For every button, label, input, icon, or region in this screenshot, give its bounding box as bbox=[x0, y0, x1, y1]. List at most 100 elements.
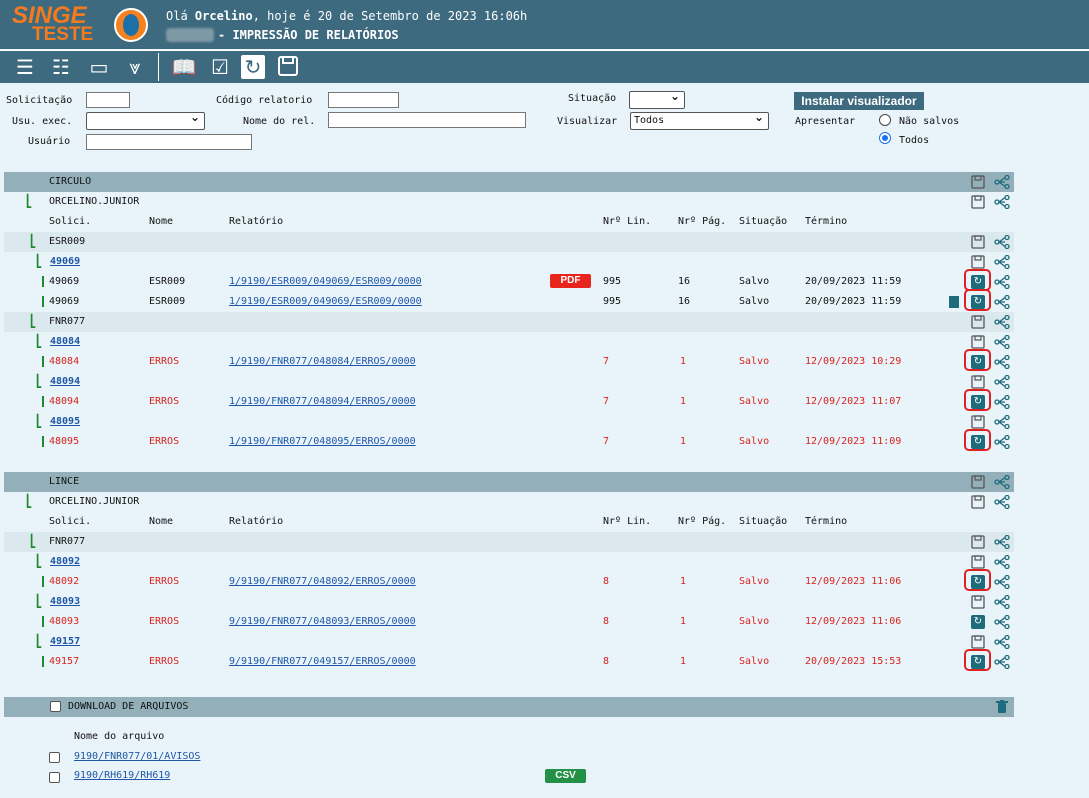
usu-exec-select[interactable] bbox=[86, 110, 205, 130]
highlight-box bbox=[964, 269, 991, 291]
checklist-icon[interactable]: ☷ bbox=[48, 55, 74, 79]
save-icon[interactable] bbox=[971, 475, 985, 489]
cell-termino: 12/09/2023 11:07 bbox=[805, 396, 902, 407]
share-icon[interactable] bbox=[994, 295, 1010, 309]
share-icon[interactable] bbox=[994, 175, 1010, 189]
save-icon[interactable] bbox=[971, 255, 985, 269]
install-viewer-button[interactable]: Instalar visualizador bbox=[794, 92, 924, 110]
request-link[interactable]: 48093 bbox=[50, 596, 80, 607]
report-link[interactable]: 1/9190/FNR077/048084/ERROS/0000 bbox=[229, 356, 416, 367]
usuario-input[interactable] bbox=[86, 134, 252, 150]
pdf-badge[interactable]: PDF bbox=[550, 274, 591, 288]
share-icon[interactable] bbox=[994, 495, 1010, 509]
tree-line bbox=[42, 436, 44, 447]
share-icon[interactable] bbox=[994, 475, 1010, 489]
request-row: ⎣ 48084 bbox=[4, 332, 1014, 352]
save-icon[interactable] bbox=[971, 415, 985, 429]
tree-branch-icon: ⎣ bbox=[36, 414, 42, 428]
save-icon[interactable] bbox=[971, 335, 985, 349]
file-checkbox[interactable] bbox=[49, 772, 60, 783]
codigo-relatorio-input[interactable] bbox=[328, 92, 399, 108]
report-link[interactable]: 1/9190/ESR009/049069/ESR009/0000 bbox=[229, 296, 422, 307]
share-icon[interactable] bbox=[994, 335, 1010, 349]
tree-branch-icon: ⎣ bbox=[26, 494, 32, 508]
reprint-icon[interactable]: ↻ bbox=[971, 615, 985, 629]
share-icon[interactable] bbox=[994, 575, 1010, 589]
request-row: ⎣ 49069 bbox=[4, 252, 1014, 272]
request-link[interactable]: 49069 bbox=[50, 256, 80, 267]
file-link[interactable]: 9190/FNR077/01/AVISOS bbox=[74, 751, 200, 762]
col-solici: Solici. bbox=[49, 516, 92, 527]
cell-solici: 48093 bbox=[49, 616, 80, 627]
radio-todos-label: Todos bbox=[899, 135, 930, 146]
tree-line bbox=[42, 576, 44, 587]
share-icon[interactable] bbox=[994, 355, 1010, 369]
share-icon[interactable] bbox=[994, 375, 1010, 389]
book-icon[interactable]: 📖 bbox=[171, 55, 197, 79]
report-link[interactable]: 1/9190/FNR077/048094/ERROS/0000 bbox=[229, 396, 416, 407]
select-all-checkbox[interactable] bbox=[50, 701, 61, 712]
document-icon[interactable] bbox=[949, 296, 959, 308]
cell-situacao: Salvo bbox=[739, 296, 770, 307]
check-list-icon[interactable]: ☑ bbox=[207, 55, 233, 79]
greeting-prefix: Olá bbox=[166, 9, 195, 23]
nome-rel-input[interactable] bbox=[328, 112, 526, 128]
request-link[interactable]: 48092 bbox=[50, 556, 80, 567]
list-icon[interactable]: ☰ bbox=[12, 55, 38, 79]
save-icon[interactable] bbox=[971, 175, 985, 189]
col-solici: Solici. bbox=[49, 216, 92, 227]
report-link[interactable]: 1/9190/ESR009/049069/ESR009/0000 bbox=[229, 276, 422, 287]
save-icon[interactable] bbox=[971, 315, 985, 329]
save-icon[interactable] bbox=[971, 555, 985, 569]
tree-line bbox=[42, 616, 44, 627]
share-icon[interactable] bbox=[994, 255, 1010, 269]
share-icon[interactable] bbox=[994, 395, 1010, 409]
share-icon[interactable] bbox=[994, 535, 1010, 549]
csv-badge[interactable]: CSV bbox=[545, 769, 586, 783]
request-link[interactable]: 48095 bbox=[50, 416, 80, 427]
request-link[interactable]: 49157 bbox=[50, 636, 80, 647]
file-link[interactable]: 9190/RH619/RH619 bbox=[74, 770, 170, 781]
share-icon[interactable] bbox=[994, 275, 1010, 289]
report-link[interactable]: 1/9190/FNR077/048095/ERROS/0000 bbox=[229, 436, 416, 447]
share-icon[interactable] bbox=[994, 595, 1010, 609]
visualizar-select[interactable]: Todos bbox=[630, 110, 769, 130]
radio-nao-salvos[interactable] bbox=[879, 114, 891, 126]
share-icon[interactable] bbox=[994, 635, 1010, 649]
cell-pag: 16 bbox=[678, 296, 691, 307]
singe-logo: SINGE TESTE bbox=[10, 2, 106, 46]
cell-lin: 8 bbox=[603, 656, 610, 667]
trash-icon[interactable] bbox=[996, 700, 1008, 714]
report-link[interactable]: 9/9190/FNR077/049157/ERROS/0000 bbox=[229, 656, 416, 667]
save-icon[interactable] bbox=[275, 55, 301, 79]
report-group-row: ⎣ FNR077 bbox=[4, 312, 1014, 332]
form-icon[interactable]: ▭ bbox=[86, 55, 112, 79]
share-icon[interactable] bbox=[994, 415, 1010, 429]
report-link[interactable]: 9/9190/FNR077/048092/ERROS/0000 bbox=[229, 576, 416, 587]
save-icon[interactable] bbox=[971, 235, 985, 249]
situacao-select[interactable] bbox=[629, 89, 685, 109]
request-link[interactable]: 48094 bbox=[50, 376, 80, 387]
tree-branch-icon: ⎣ bbox=[26, 194, 32, 208]
collapse-icon[interactable]: ⩔ bbox=[122, 55, 148, 79]
save-icon[interactable] bbox=[971, 195, 985, 209]
solicitacao-input[interactable] bbox=[86, 92, 130, 108]
share-icon[interactable] bbox=[994, 195, 1010, 209]
request-link[interactable]: 48084 bbox=[50, 336, 80, 347]
share-icon[interactable] bbox=[994, 435, 1010, 449]
save-icon[interactable] bbox=[971, 595, 985, 609]
file-checkbox[interactable] bbox=[49, 752, 60, 763]
save-icon[interactable] bbox=[971, 535, 985, 549]
refresh-icon[interactable]: ↻ bbox=[241, 55, 265, 79]
save-icon[interactable] bbox=[971, 375, 985, 389]
save-icon[interactable] bbox=[971, 495, 985, 509]
report-group-row: ⎣ ESR009 bbox=[4, 232, 1014, 252]
report-link[interactable]: 9/9190/FNR077/048093/ERROS/0000 bbox=[229, 616, 416, 627]
share-icon[interactable] bbox=[994, 615, 1010, 629]
save-icon[interactable] bbox=[971, 635, 985, 649]
radio-todos[interactable] bbox=[879, 132, 891, 144]
share-icon[interactable] bbox=[994, 655, 1010, 669]
share-icon[interactable] bbox=[994, 315, 1010, 329]
share-icon[interactable] bbox=[994, 555, 1010, 569]
share-icon[interactable] bbox=[994, 235, 1010, 249]
